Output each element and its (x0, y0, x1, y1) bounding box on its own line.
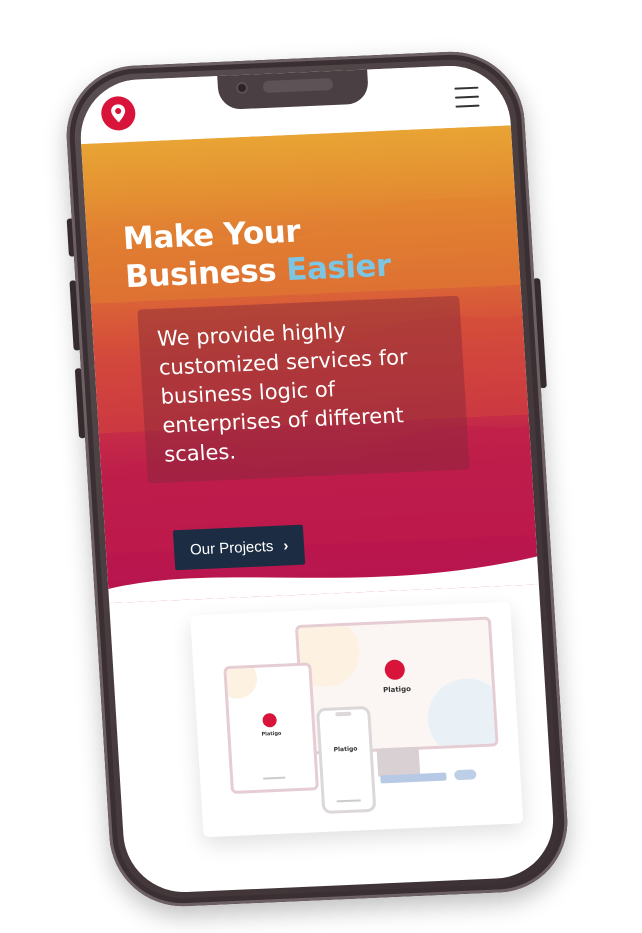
hamburger-menu-icon[interactable] (454, 86, 480, 108)
tablet-brand-text: Platigo (261, 730, 282, 738)
hero-section: Make Your Business Easier We provide hig… (81, 125, 539, 604)
menu-line-top (454, 86, 479, 90)
monitor-logo-icon (384, 659, 406, 681)
pin-logo-icon[interactable] (100, 95, 137, 132)
tablet-blob-decoration (223, 662, 259, 700)
monitor-blob-decoration-2 (425, 676, 499, 755)
phone-screen: Make Your Business Easier We provide hig… (77, 63, 557, 895)
hero-description-card: We provide highly customized services fo… (137, 295, 470, 484)
hero-title-line1: Make Your (121, 213, 302, 258)
hero-title-accent: Easier (285, 247, 392, 289)
mouse-illustration (454, 769, 477, 781)
front-camera (235, 81, 249, 95)
keyboard-illustration (380, 772, 447, 784)
earpiece-speaker (262, 78, 334, 94)
phone-brand-text: Platigo (333, 745, 358, 754)
phone-illustration-notch (335, 711, 352, 717)
hero-description: We provide highly customized services fo… (156, 318, 409, 467)
menu-line-middle (454, 95, 480, 99)
tablet-logo-icon (262, 712, 278, 728)
monitor-brand-text: Platigo (382, 685, 412, 695)
hero-title: Make Your Business Easier (122, 209, 392, 296)
tablet-home-bar (263, 776, 286, 780)
phone-illustration-home-bar (336, 799, 361, 803)
menu-line-bottom (455, 104, 480, 108)
phone-mockup: Make Your Business Easier We provide hig… (62, 48, 572, 910)
mockup-stage: Make Your Business Easier We provide hig… (0, 0, 642, 933)
phone-illustration: Platigo (315, 705, 377, 815)
tablet-illustration: Platigo (223, 662, 319, 795)
devices-illustration: Platigo Platigo Platigo (190, 601, 524, 838)
hero-title-line2: Business (124, 252, 288, 296)
monitor-stand (376, 746, 421, 777)
